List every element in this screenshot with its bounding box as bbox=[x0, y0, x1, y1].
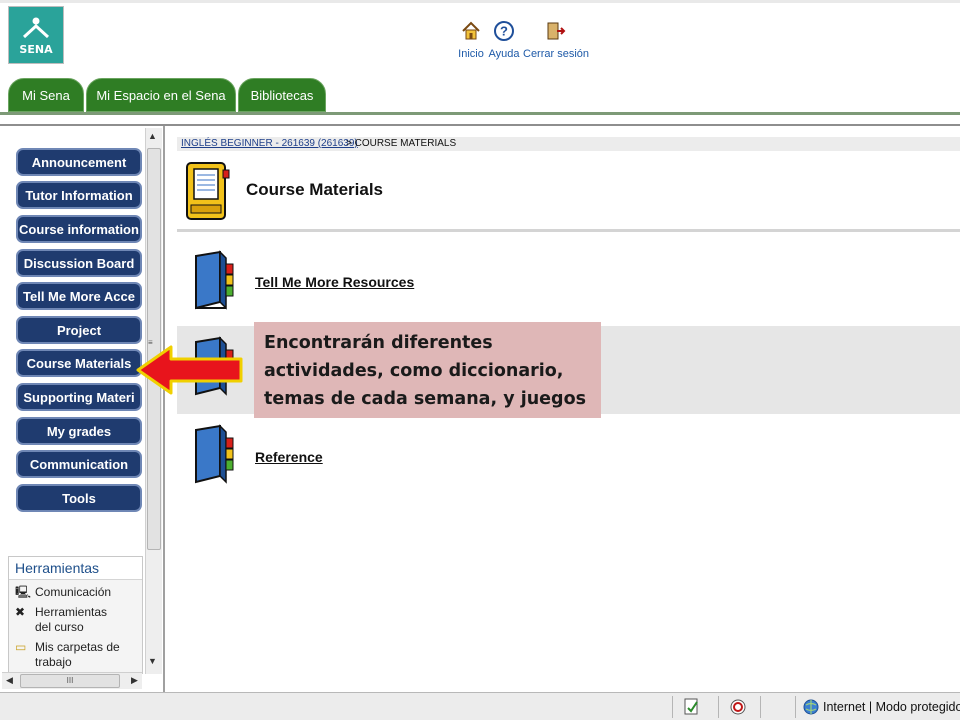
tell-me-more-resources-link[interactable]: Tell Me More Resources bbox=[255, 274, 414, 290]
ayuda-link[interactable]: ? Ayuda bbox=[488, 20, 520, 60]
tools-icon: ✖ bbox=[15, 605, 26, 619]
status-divider bbox=[795, 696, 796, 718]
tab-mi-espacio[interactable]: Mi Espacio en el Sena bbox=[86, 78, 236, 112]
window-top-edge bbox=[0, 0, 960, 3]
callout-line-1: Encontrarán diferentes bbox=[264, 333, 493, 353]
folder-icon: ▭ bbox=[15, 640, 27, 654]
breadcrumb-current: > COURSE MATERIALS bbox=[346, 138, 457, 149]
horizontal-scroll-thumb[interactable]: III bbox=[20, 674, 120, 688]
inicio-label: Inicio bbox=[458, 48, 484, 60]
menu-project[interactable]: Project bbox=[16, 316, 142, 344]
herramientas-title: Herramientas bbox=[15, 560, 100, 576]
logout-door-icon bbox=[547, 22, 566, 40]
menu-discussion-board[interactable]: Discussion Board bbox=[16, 249, 142, 277]
svg-text:?: ? bbox=[500, 24, 508, 39]
book-icon[interactable] bbox=[190, 424, 236, 486]
callout-line-3: temas de cada semana, y juegos bbox=[264, 389, 587, 409]
sena-logo-text: SENA bbox=[19, 43, 53, 56]
globe-icon bbox=[803, 699, 819, 715]
help-icon: ? bbox=[494, 21, 514, 41]
status-divider bbox=[672, 696, 673, 718]
tool-carpetas-label: Mis carpetas de trabajo bbox=[35, 640, 120, 669]
security-shield-icon[interactable] bbox=[729, 698, 747, 716]
callout-text: Encontrarán diferentes actividades, como… bbox=[264, 329, 591, 413]
page-title: Course Materials bbox=[246, 180, 383, 199]
menu-course-materials[interactable]: Course Materials bbox=[16, 349, 142, 377]
title-divider bbox=[177, 229, 960, 232]
page-check-icon[interactable] bbox=[683, 698, 701, 716]
breadcrumb-course-link[interactable]: INGLÉS BEGINNER - 261639 (261639) bbox=[181, 138, 358, 149]
tool-herramientas-curso[interactable]: ✖ Herramientas del curso bbox=[15, 605, 125, 635]
menu-communication[interactable]: Communication bbox=[16, 450, 142, 478]
scroll-down-arrow-icon[interactable]: ▼ bbox=[148, 656, 157, 666]
tool-comunicacion-label: Comunicación bbox=[35, 585, 112, 599]
security-zone-text[interactable]: Internet | Modo protegido bbox=[823, 700, 960, 714]
callout-line-2: actividades, como diccionario, bbox=[264, 361, 564, 381]
red-arrow-icon bbox=[136, 345, 243, 395]
tab-mi-sena[interactable]: Mi Sena bbox=[8, 78, 84, 112]
menu-tools[interactable]: Tools bbox=[16, 484, 142, 512]
cerrar-sesion-link[interactable]: Cerrar sesión bbox=[523, 20, 590, 60]
home-icon bbox=[462, 21, 480, 40]
scroll-left-arrow-icon[interactable]: ◀ bbox=[6, 675, 13, 686]
cerrar-sesion-label: Cerrar sesión bbox=[523, 48, 590, 60]
reference-link[interactable]: Reference bbox=[255, 449, 323, 465]
tool-comunicacion[interactable]: 🖳 Comunicación bbox=[15, 585, 111, 600]
menu-tutor-information[interactable]: Tutor Information bbox=[16, 181, 142, 209]
menu-tell-me-more[interactable]: Tell Me More Acce bbox=[16, 282, 142, 310]
scroll-up-arrow-icon[interactable]: ▲ bbox=[148, 131, 157, 141]
sena-logo[interactable]: SENA bbox=[8, 6, 64, 64]
menu-course-information[interactable]: Course information bbox=[16, 215, 142, 243]
inicio-link[interactable]: Inicio bbox=[455, 20, 487, 60]
computer-icon: 🖳 bbox=[15, 585, 32, 599]
menu-my-grades[interactable]: My grades bbox=[16, 417, 142, 445]
tool-mis-carpetas[interactable]: ▭ Mis carpetas de trabajo bbox=[15, 640, 133, 670]
notebook-icon bbox=[186, 162, 230, 220]
herramientas-panel: Herramientas 🖳 Comunicación ✖ Herramientas… bbox=[8, 556, 143, 674]
tab-bibliotecas[interactable]: Bibliotecas bbox=[238, 78, 326, 112]
menu-announcement[interactable]: Announcement bbox=[16, 148, 142, 176]
book-icon[interactable] bbox=[190, 250, 236, 312]
browser-status-bar: Internet | Modo protegido bbox=[0, 692, 960, 720]
tool-herramientas-label: Herramientas del curso bbox=[35, 605, 108, 634]
status-divider bbox=[718, 696, 719, 718]
annotation-callout: Encontrarán diferentes actividades, como… bbox=[254, 322, 601, 418]
tabs-underline bbox=[0, 112, 960, 115]
menu-supporting-materials[interactable]: Supporting Materi bbox=[16, 383, 142, 411]
sena-logo-figure-icon bbox=[22, 17, 50, 39]
scroll-right-arrow-icon[interactable]: ▶ bbox=[131, 675, 138, 686]
status-divider bbox=[760, 696, 761, 718]
ayuda-label: Ayuda bbox=[488, 48, 520, 60]
